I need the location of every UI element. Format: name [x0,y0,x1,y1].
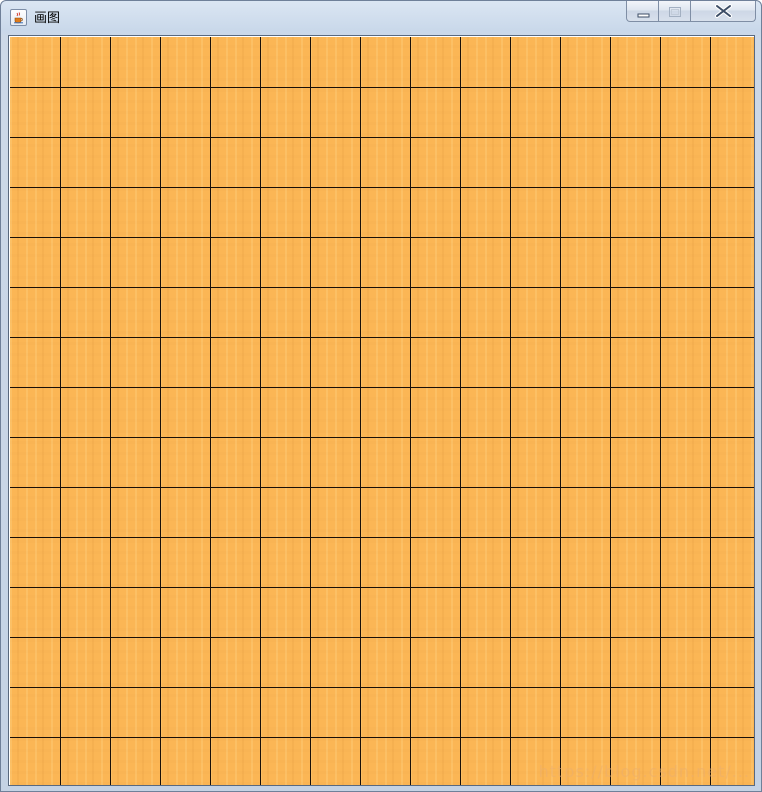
board-grid [10,37,754,785]
watermark-text: https://blog.csdn.net/... [538,762,750,781]
maximize-icon [669,7,681,17]
title-bar[interactable]: 画图 [1,1,761,35]
close-button[interactable] [691,1,756,22]
close-icon [715,4,732,18]
minimize-button[interactable] [626,1,659,22]
window-title: 画图 [34,11,61,26]
caption-buttons [626,1,756,24]
app-window: 画图 https://blog.csdn.net/... [0,0,762,792]
minimize-icon [637,13,650,18]
maximize-button[interactable] [659,1,691,22]
java-cup-icon[interactable] [10,9,27,26]
game-board[interactable]: https://blog.csdn.net/... [10,37,754,785]
canvas-panel: https://blog.csdn.net/... [8,35,755,786]
